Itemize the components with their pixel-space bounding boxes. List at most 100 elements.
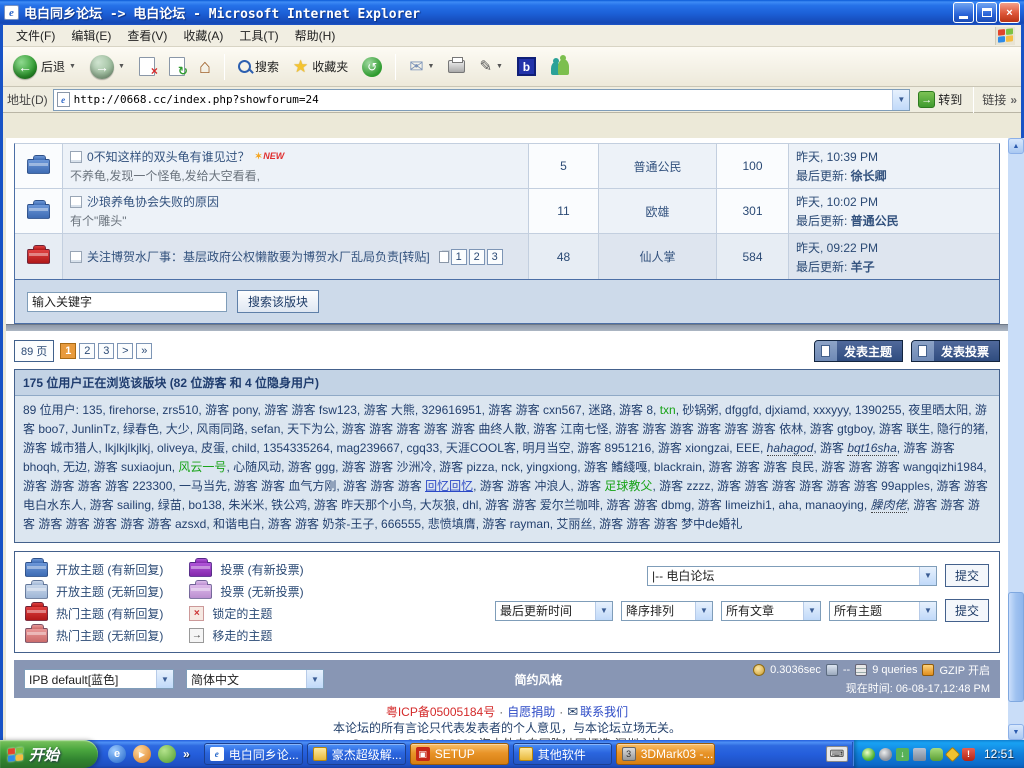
back-dropdown-icon[interactable]: ▼ <box>69 63 76 70</box>
sync-icon[interactable]: ↓ <box>896 748 909 761</box>
user-name-link[interactable]: txn <box>660 403 676 417</box>
user-name-link[interactable]: bqt16sha <box>847 441 896 456</box>
links-button[interactable]: 链接 » <box>982 91 1017 108</box>
back-button[interactable]: ← 后退 ▼ <box>9 53 80 81</box>
user-name-link[interactable]: 回忆回忆 <box>425 479 473 493</box>
start-button[interactable]: 开始 <box>0 740 98 768</box>
last-update-user[interactable]: 普通公民 <box>851 214 899 228</box>
device-icon[interactable] <box>913 748 926 761</box>
filter-submit-button[interactable]: 提交 <box>945 599 989 622</box>
quicklaunch-ie-icon[interactable]: e <box>108 745 126 763</box>
scrollbar-thumb[interactable] <box>1008 592 1024 702</box>
scroll-down-icon[interactable]: ▼ <box>1008 724 1024 740</box>
forum-jump-select[interactable]: |-- 电白论坛 ▼ <box>647 566 937 586</box>
menu-view[interactable]: 查看(V) <box>120 25 174 46</box>
quicklaunch-media-icon[interactable]: ▶ <box>133 745 151 763</box>
pagination-page-button[interactable]: 3 <box>98 343 114 359</box>
topic-page-link[interactable]: 2 <box>469 249 485 265</box>
topic-starter-link[interactable]: 欧雄 <box>645 203 669 220</box>
stop-button[interactable]: × <box>135 55 159 78</box>
filter-select-2[interactable]: 降序排列▼ <box>621 601 713 621</box>
taskbar-task-button[interactable]: 豪杰超级解... <box>307 743 406 765</box>
lofi-style-link[interactable]: 简约风格 <box>336 671 741 688</box>
menu-help[interactable]: 帮助(H) <box>288 25 343 46</box>
address-dropdown-icon[interactable]: ▼ <box>892 90 909 110</box>
favorites-button[interactable]: ★ 收藏夹 <box>289 56 352 77</box>
history-button[interactable]: ↺ <box>358 55 386 79</box>
plugin-button[interactable]: b <box>513 55 540 78</box>
user-name-link[interactable]: 风云一号 <box>178 460 226 474</box>
topic-page-link[interactable]: 3 <box>487 249 503 265</box>
pagination-page-button[interactable]: > <box>117 343 133 359</box>
quicklaunch-msn-icon[interactable] <box>158 745 176 763</box>
search-forum-button[interactable]: 搜索该版块 <box>237 290 319 313</box>
jump-submit-button[interactable]: 提交 <box>945 564 989 587</box>
topic-row: 0不知这样的双头龟有谁见过？NEW不养龟,发现一个怪龟,发给大空看看,5普通公民… <box>15 144 999 189</box>
scroll-up-icon[interactable]: ▲ <box>1008 138 1024 154</box>
refresh-button[interactable]: ↻ <box>165 55 189 78</box>
taskbar-task-button[interactable]: ▣SETUP <box>410 743 509 765</box>
last-update-label: 最后更新: <box>796 214 851 228</box>
topic-title-link[interactable]: 沙琅养龟协会失败的原因 <box>87 193 219 210</box>
pagination-page-button[interactable]: » <box>136 343 152 359</box>
menu-file[interactable]: 文件(F) <box>9 25 62 46</box>
mail-dropdown-icon[interactable]: ▼ <box>428 63 435 70</box>
ime-keyboard-icon[interactable]: ⌨ <box>826 746 848 762</box>
language-select[interactable]: 简体中文 ▼ <box>186 669 324 689</box>
security-icon[interactable]: ! <box>962 748 975 761</box>
cd-icon[interactable] <box>862 748 875 761</box>
filter-select-4[interactable]: 所有主题▼ <box>829 601 937 621</box>
topic-title-link[interactable]: 0不知这样的双头龟有谁见过？ <box>87 148 250 165</box>
ie-task-icon: e <box>210 747 224 761</box>
topic-starter-link[interactable]: 仙人掌 <box>639 248 675 265</box>
close-button[interactable]: × <box>999 2 1020 23</box>
last-update-user[interactable]: 徐长卿 <box>851 169 887 183</box>
search-label: 搜索 <box>255 58 279 75</box>
messenger-icon[interactable] <box>930 748 943 761</box>
topic-page-link[interactable]: 1 <box>451 249 467 265</box>
edit-dropdown-icon[interactable]: ▼ <box>496 63 503 70</box>
last-update-user[interactable]: 羊子 <box>851 260 875 274</box>
last-update-label: 最后更新: <box>796 260 851 274</box>
search-button[interactable]: 搜索 <box>234 56 283 77</box>
menu-favorites[interactable]: 收藏(A) <box>176 25 230 46</box>
alert-icon[interactable] <box>945 746 961 762</box>
pagination-page-button[interactable]: 2 <box>79 343 95 359</box>
taskbar-task-button[interactable]: 33DMark03 -... <box>616 743 715 765</box>
taskbar-task-button[interactable]: 其他软件 <box>513 743 612 765</box>
menu-edit[interactable]: 编辑(E) <box>64 25 118 46</box>
topic-title-link[interactable]: 关注博贺水厂事：基层政府公权懒散要为博贺水厂乱局负责[转贴] <box>87 248 430 265</box>
filter-select-1[interactable]: 最后更新时间▼ <box>495 601 613 621</box>
contact-link[interactable]: 联系我们 <box>580 705 628 719</box>
skin-select[interactable]: IPB default[蓝色] ▼ <box>24 669 174 689</box>
legend-item: 热门主题 (无新回复) <box>25 626 163 644</box>
forward-dropdown-icon[interactable]: ▼ <box>118 63 125 70</box>
topic-starter-link[interactable]: 普通公民 <box>633 158 681 175</box>
minimize-button[interactable] <box>953 2 974 23</box>
address-input[interactable]: e http://0668.cc/index.php?showforum=24 … <box>53 89 911 111</box>
vertical-scrollbar[interactable]: ▲ ▼ <box>1008 138 1024 740</box>
pagination-page-button[interactable]: 1 <box>60 343 76 359</box>
restore-button[interactable] <box>976 2 997 23</box>
mail-button[interactable]: ✉ ▼ <box>405 56 438 77</box>
taskbar-task-button[interactable]: e电白同乡论... <box>204 743 303 765</box>
quicklaunch-chevron-icon[interactable]: » <box>183 747 190 761</box>
menu-tools[interactable]: 工具(T) <box>232 25 285 46</box>
filter-select-3[interactable]: 所有文章▼ <box>721 601 821 621</box>
user-name-link[interactable]: 足球教父 <box>604 479 652 493</box>
user-name-link[interactable]: 臊肉佬 <box>871 498 907 513</box>
user-name-link[interactable]: hahagod <box>767 441 814 456</box>
print-button[interactable] <box>444 58 469 75</box>
new-poll-button[interactable]: 发表投票 <box>911 340 1000 362</box>
forward-button[interactable]: → ▼ <box>86 53 129 81</box>
donate-link[interactable]: 自愿捐助 <box>507 705 555 719</box>
go-button[interactable]: → 转到 <box>915 90 965 109</box>
edit-button[interactable]: ✎ ▼ <box>475 57 507 76</box>
messenger-button[interactable] <box>546 56 576 78</box>
new-topic-button[interactable]: 发表主题 <box>814 340 903 362</box>
home-button[interactable]: ⌂ <box>195 55 215 79</box>
volume-icon[interactable] <box>879 748 892 761</box>
screen: e 电白同乡论坛 -> 电白论坛 - Microsoft Internet Ex… <box>0 0 1024 768</box>
topic-views: 301 <box>717 189 789 233</box>
keyword-input[interactable] <box>27 292 227 312</box>
